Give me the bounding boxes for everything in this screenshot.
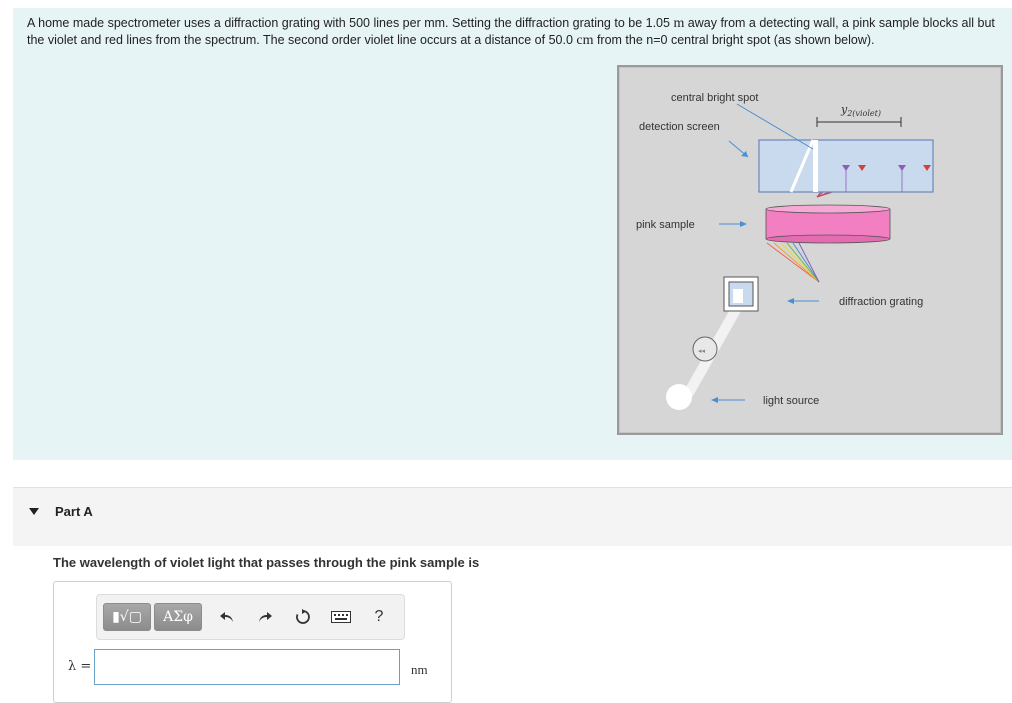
central-bright-spot: [813, 140, 818, 192]
diffraction-grating-slit: [733, 289, 743, 303]
greek-symbols-button[interactable]: ΑΣφ: [154, 603, 202, 631]
spectrometer-diagram: ◂◂ central bright spot detection screen …: [636, 92, 934, 410]
label-central-bright-spot: central bright spot: [671, 92, 758, 104]
answer-panel: ▮√▢ ΑΣφ ? λ = nm: [53, 581, 452, 703]
part-a-header[interactable]: Part A: [13, 487, 1012, 546]
problem-statement-panel: A home made spectrometer uses a diffract…: [13, 8, 1012, 460]
lens-glyph: ◂◂: [698, 347, 706, 355]
light-source-arrowhead: [711, 397, 718, 403]
spectrum-ray-yellow: [780, 242, 820, 283]
label-detection-screen: detection screen: [639, 121, 720, 133]
spectrum-ray-green: [786, 242, 820, 283]
pink-sample-bottom: [765, 234, 891, 244]
spectrum-ray-red: [766, 242, 820, 283]
templates-button[interactable]: ▮√▢: [103, 603, 151, 631]
spectrum-ray-violet: [798, 242, 820, 283]
question-text: The wavelength of violet light that pass…: [53, 555, 480, 570]
pink-sample-arrowhead: [740, 221, 747, 227]
math-toolbar: ▮√▢ ΑΣφ ?: [96, 594, 405, 640]
problem-text-part-3: from the n=0 central bright spot (as sho…: [593, 33, 875, 47]
problem-text: A home made spectrometer uses a diffract…: [27, 15, 1002, 49]
unit-m: m: [673, 16, 685, 31]
answer-input[interactable]: [94, 649, 400, 685]
label-pink-sample: pink sample: [636, 219, 695, 231]
lambda-label: λ =: [68, 659, 92, 674]
spectrometer-figure: ◂◂ central bright spot detection screen …: [617, 65, 1003, 435]
pink-sample-top: [765, 204, 891, 214]
reset-icon[interactable]: [293, 607, 313, 627]
light-source: [666, 384, 692, 410]
unit-cm: cm: [576, 33, 594, 48]
label-diffraction-grating: diffraction grating: [839, 296, 923, 308]
label-y2-violet: y2(violet): [840, 103, 881, 118]
keyboard-icon[interactable]: [331, 607, 351, 627]
redo-icon[interactable]: [255, 607, 275, 627]
answer-unit: nm: [411, 662, 428, 677]
pink-sample-body: [766, 209, 890, 239]
grating-arrowhead: [787, 298, 794, 304]
help-button[interactable]: ?: [369, 607, 389, 627]
label-light-source: light source: [763, 395, 819, 407]
part-a-title: Part A: [55, 504, 93, 519]
collapse-caret-icon[interactable]: [29, 508, 39, 515]
problem-text-part-1: A home made spectrometer uses a diffract…: [27, 16, 674, 30]
undo-icon[interactable]: [217, 607, 237, 627]
label-y2-sub: 2(violet): [846, 109, 881, 118]
